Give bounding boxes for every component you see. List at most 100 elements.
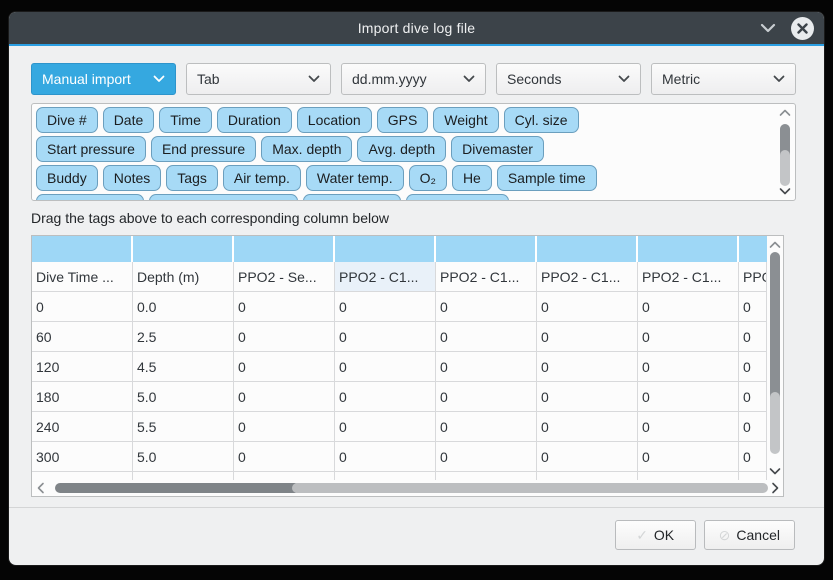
draggable-tag[interactable]: End pressure [151,136,256,162]
column-header[interactable]: Depth (m) [133,262,234,292]
field-separator-select[interactable]: Tab [186,63,331,95]
draggable-tag[interactable]: Start pressure [36,136,146,162]
draggable-tag[interactable]: Water temp. [306,165,404,191]
draggable-tag[interactable]: Cyl. size [504,107,579,133]
table-cell[interactable]: 0 [335,322,436,352]
draggable-tag[interactable]: Sample time [497,165,597,191]
tag-drop-cell[interactable] [537,236,638,262]
cancel-button[interactable]: ⊘ Cancel [704,520,795,550]
tag-drop-cell[interactable] [32,236,133,262]
table-cell[interactable]: 0 [739,382,767,412]
table-cell[interactable]: 60 [32,322,133,352]
scrollbar-track[interactable] [770,392,780,454]
table-cell[interactable]: 0 [335,352,436,382]
draggable-tag[interactable]: Sample temperature [149,194,298,201]
table-cell[interactable]: 0 [638,322,739,352]
table-cell[interactable]: 0 [436,442,537,472]
draggable-tag[interactable]: Max. depth [261,136,352,162]
table-cell[interactable]: 0 [739,442,767,472]
table-cell[interactable]: 0 [537,442,638,472]
scroll-down-icon[interactable] [769,464,781,478]
draggable-tag[interactable]: Tags [166,165,218,191]
close-button[interactable] [791,17,814,40]
table-cell[interactable] [234,472,335,480]
column-header[interactable]: PPO2 [739,262,767,292]
draggable-tag[interactable]: GPS [377,107,429,133]
draggable-tag[interactable]: Buddy [36,165,98,191]
table-cell[interactable]: 0 [739,322,767,352]
scroll-right-icon[interactable] [768,482,781,494]
scroll-left-icon[interactable] [34,482,47,494]
column-header[interactable]: Dive Time ... [32,262,133,292]
tag-drop-cell[interactable] [436,236,537,262]
table-cell[interactable]: 0 [32,292,133,322]
table-cell[interactable]: 0 [537,382,638,412]
table-cell[interactable]: 0 [234,322,335,352]
draggable-tag[interactable]: Sample CNS [406,194,509,201]
scrollbar-thumb[interactable] [55,483,300,493]
table-cell[interactable]: 5.0 [133,442,234,472]
draggable-tag[interactable]: Sample pO₂ [303,194,400,201]
table-cell[interactable]: 0 [234,442,335,472]
column-header[interactable]: PPO2 - C1... [436,262,537,292]
table-cell[interactable]: 0 [436,412,537,442]
draggable-tag[interactable]: Notes [103,165,162,191]
table-horizontal-scrollbar[interactable] [34,480,781,495]
column-header[interactable]: PPO2 - C1... [335,262,436,292]
import-mode-select[interactable]: Manual import [31,63,176,95]
scrollbar-thumb[interactable] [770,252,780,402]
draggable-tag[interactable]: Divemaster [451,136,544,162]
table-cell[interactable]: 0 [436,322,537,352]
date-format-select[interactable]: dd.mm.yyyy [341,63,486,95]
table-cell[interactable]: 0 [537,292,638,322]
scroll-up-icon[interactable] [769,238,781,252]
draggable-tag[interactable]: Sample depth [36,194,144,201]
table-cell[interactable]: 0 [638,292,739,322]
table-cell[interactable]: 0.0 [133,292,234,322]
table-cell[interactable] [133,472,234,480]
scrollbar-track[interactable] [292,483,768,493]
shade-button[interactable] [759,19,777,37]
table-cell[interactable]: 0 [436,382,537,412]
table-cell[interactable] [537,472,638,480]
table-cell[interactable]: 0 [739,352,767,382]
tag-drop-cell[interactable] [133,236,234,262]
table-cell[interactable]: 300 [32,442,133,472]
column-header[interactable]: PPO2 - C1... [537,262,638,292]
units-select[interactable]: Metric [651,63,796,95]
draggable-tag[interactable]: Dive # [36,107,98,133]
scrollbar-track[interactable] [780,150,790,186]
table-cell[interactable]: 5.5 [133,412,234,442]
table-cell[interactable]: 0 [436,292,537,322]
draggable-tag[interactable]: Time [159,107,212,133]
table-cell[interactable]: 0 [638,412,739,442]
table-cell[interactable]: 0 [537,322,638,352]
draggable-tag[interactable]: Avg. depth [357,136,446,162]
table-cell[interactable]: 0 [537,352,638,382]
table-cell[interactable]: 0 [335,382,436,412]
scroll-down-icon[interactable] [779,184,791,198]
table-cell[interactable]: 0 [638,442,739,472]
table-cell[interactable]: 0 [335,442,436,472]
table-cell[interactable]: 0 [739,412,767,442]
table-cell[interactable]: 0 [335,292,436,322]
table-cell[interactable]: 0 [537,412,638,442]
table-cell[interactable]: 0 [234,412,335,442]
table-cell[interactable]: 120 [32,352,133,382]
column-header[interactable]: PPO2 - Se... [234,262,335,292]
draggable-tag[interactable]: Location [297,107,372,133]
table-cell[interactable]: 0 [234,382,335,412]
table-cell[interactable]: 0 [335,412,436,442]
table-cell[interactable]: 0 [436,352,537,382]
tag-drop-cell[interactable] [234,236,335,262]
tag-drop-cell[interactable] [739,236,767,262]
titlebar[interactable]: Import dive log file [9,12,824,44]
table-cell[interactable]: 0 [638,382,739,412]
draggable-tag[interactable]: Air temp. [223,165,301,191]
tag-pool-scrollbar[interactable] [777,106,793,198]
duration-format-select[interactable]: Seconds [496,63,641,95]
ok-button[interactable]: ✓ OK [615,520,696,550]
tag-drop-cell[interactable] [638,236,739,262]
table-cell[interactable]: 4.5 [133,352,234,382]
table-cell[interactable] [335,472,436,480]
